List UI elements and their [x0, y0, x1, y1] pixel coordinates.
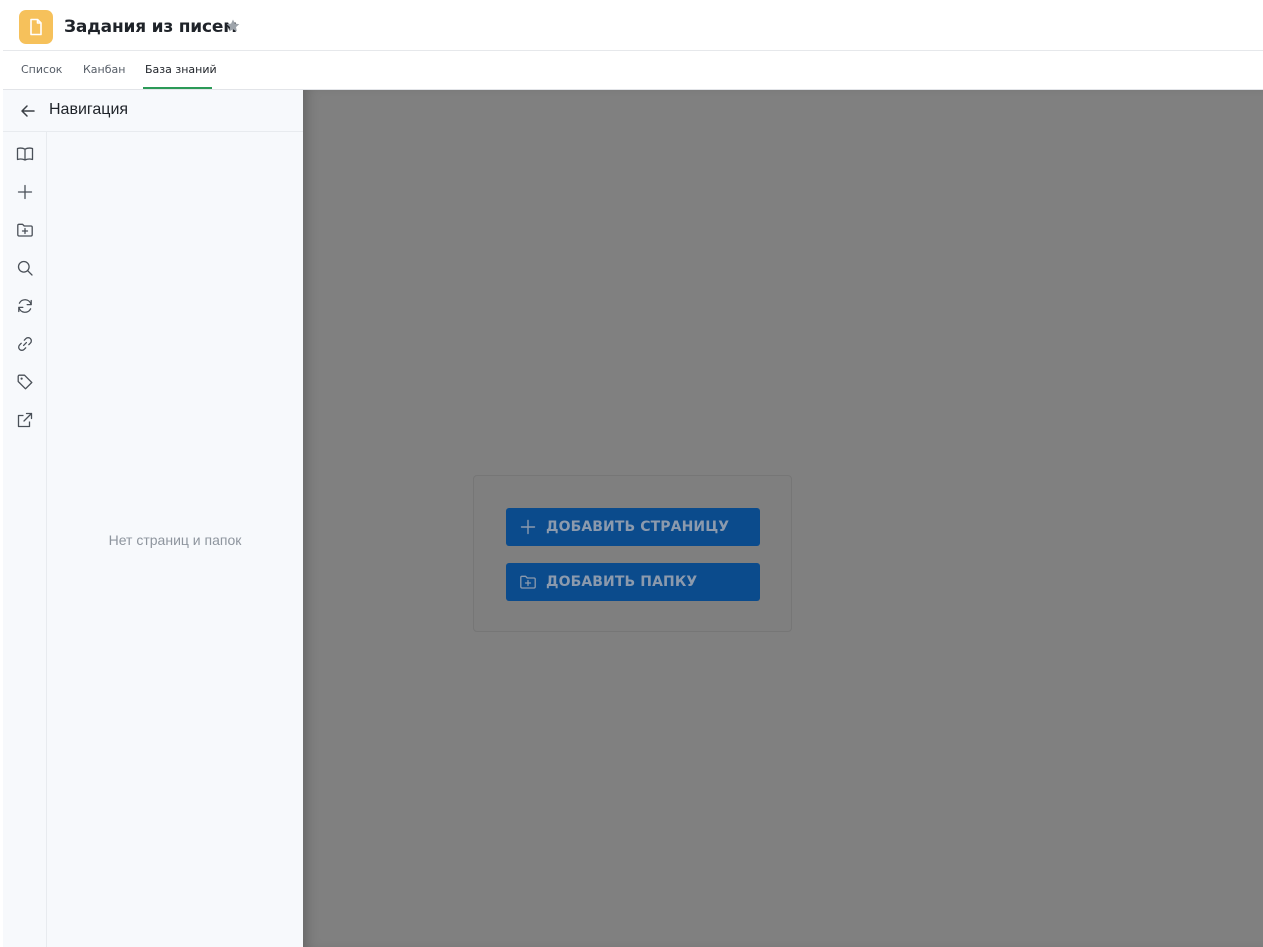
plus-icon [518, 517, 538, 537]
page-title: Задания из писем [64, 17, 237, 37]
add-page-button[interactable]: ДОБАВИТЬ СТРАНИЦУ [506, 508, 760, 546]
book-icon[interactable] [15, 144, 35, 164]
tag-icon[interactable] [15, 372, 35, 392]
tab-kanban[interactable]: Канбан [83, 63, 125, 76]
navigation-header: Навигация [3, 90, 303, 132]
folder-plus-icon [518, 572, 538, 592]
tab-list[interactable]: Список [21, 63, 62, 76]
empty-tree-message: Нет страниц и папок [108, 532, 242, 548]
navigation-toolbar [3, 132, 47, 947]
add-folder-label: ДОБАВИТЬ ПАПКУ [546, 574, 698, 590]
link-icon[interactable] [15, 334, 35, 354]
app-header: Задания из писем [3, 3, 1263, 51]
tab-knowledge-base[interactable]: База знаний [145, 63, 217, 76]
navigation-title: Навигация [49, 101, 129, 118]
view-tabs: Список Канбан База знаний [3, 52, 1263, 90]
modal-overlay: ДОБАВИТЬ СТРАНИЦУ ДОБАВИТЬ ПАПКУ [303, 90, 1263, 947]
folder-plus-icon[interactable] [15, 220, 35, 240]
external-link-icon[interactable] [15, 410, 35, 430]
arrow-left-icon[interactable] [19, 103, 37, 119]
active-tab-indicator [143, 87, 212, 89]
document-icon[interactable] [19, 10, 53, 44]
empty-state-card: ДОБАВИТЬ СТРАНИЦУ ДОБАВИТЬ ПАПКУ [473, 475, 792, 632]
search-icon[interactable] [15, 258, 35, 278]
add-page-label: ДОБАВИТЬ СТРАНИЦУ [546, 519, 730, 535]
add-folder-button[interactable]: ДОБАВИТЬ ПАПКУ [506, 563, 760, 601]
plus-icon[interactable] [15, 182, 35, 202]
navigation-panel: Навигация Нет страниц и папок [3, 90, 303, 947]
star-icon[interactable] [225, 18, 241, 34]
refresh-icon[interactable] [15, 296, 35, 316]
